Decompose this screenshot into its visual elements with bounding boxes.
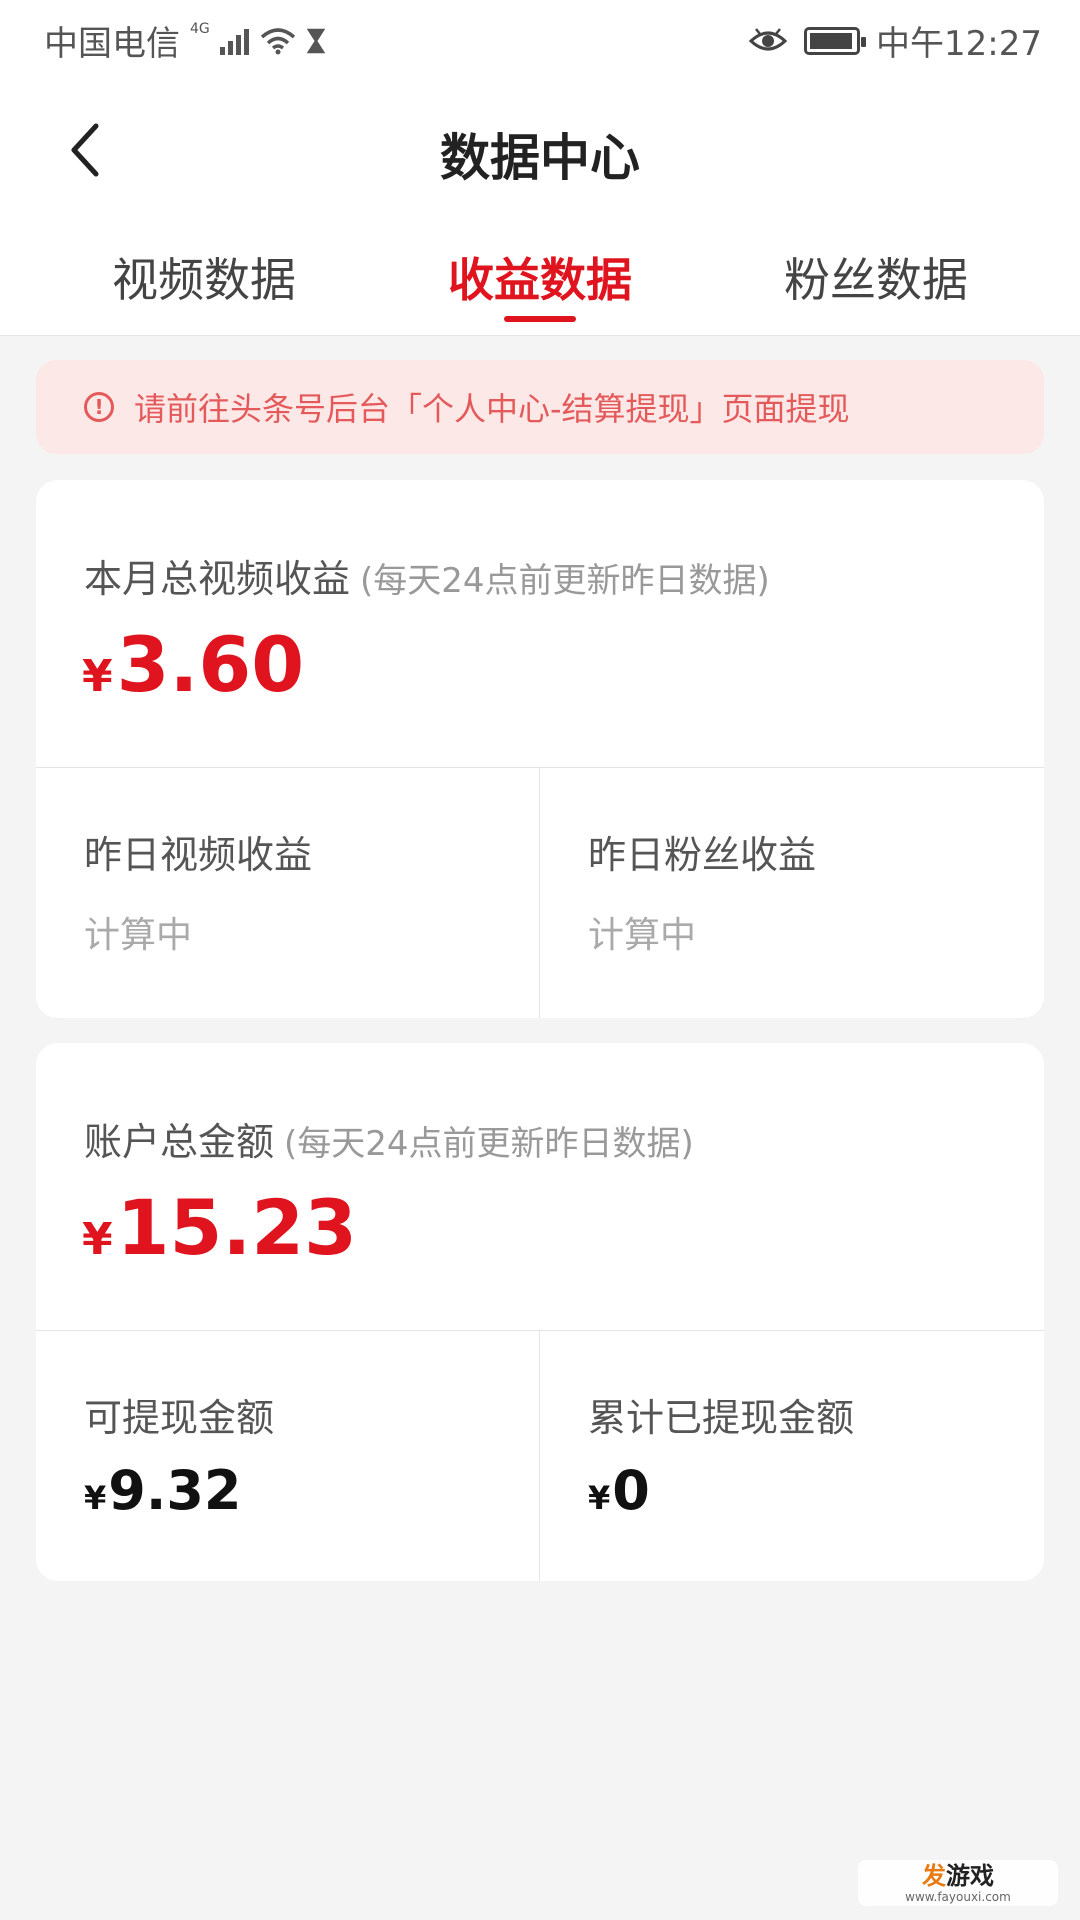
- currency-symbol: ¥: [82, 651, 113, 702]
- withdrawable-amount[interactable]: 可提现金额 ¥9.32: [36, 1331, 540, 1581]
- monthly-revenue-amount: ¥3.60: [82, 620, 304, 709]
- tab-fans-data[interactable]: 粉丝数据: [746, 244, 1006, 310]
- active-tab-indicator: [504, 316, 576, 322]
- total-withdrawn-amount[interactable]: 累计已提现金额 ¥0: [540, 1331, 1044, 1581]
- signal-icon: [219, 28, 249, 55]
- yesterday-video-revenue[interactable]: 昨日视频收益 计算中: [36, 768, 540, 1018]
- page-title: 数据中心: [440, 129, 640, 187]
- account-total-amount: ¥15.23: [82, 1183, 357, 1272]
- tab-revenue-data[interactable]: 收益数据: [410, 244, 670, 310]
- battery-icon: [804, 26, 867, 55]
- network-type: 4G: [190, 20, 210, 37]
- watermark-brand-rest: 游戏: [946, 1861, 994, 1890]
- eye-icon: [748, 27, 788, 50]
- site-watermark: 发游戏 www.fayouxi.com: [858, 1860, 1058, 1906]
- withdraw-notice: ! 请前往头条号后台「个人中心-结算提现」页面提现: [36, 360, 1044, 454]
- currency-symbol: ¥: [84, 1479, 107, 1517]
- clock: 中午12:27: [876, 24, 1042, 64]
- account-update-note: (每天24点前更新昨日数据): [284, 1124, 694, 1164]
- total-withdrawn-amount-value: 0: [612, 1459, 650, 1522]
- account-total-value: 15.23: [116, 1183, 358, 1272]
- app-header: 中国电信 4G 中午12:27 数据中心 视频数据 收益数据 粉丝数据: [0, 0, 1080, 336]
- account-total-card: 账户总金额 (每天24点前更新昨日数据) ¥15.23 可提现金额 ¥9.32 累…: [36, 1043, 1044, 1581]
- account-total-label: 账户总金额: [84, 1120, 275, 1164]
- withdrawable-amount-value-row: ¥9.32: [84, 1459, 242, 1522]
- total-withdrawn-amount-label: 累计已提现金额: [588, 1396, 855, 1440]
- yesterday-fans-revenue-value: 计算中: [588, 915, 697, 956]
- currency-symbol: ¥: [588, 1479, 611, 1517]
- status-bar: 中国电信 4G 中午12:27: [0, 0, 1080, 76]
- exclamation-circle-icon: !: [84, 392, 114, 422]
- wifi-icon: [260, 27, 295, 54]
- tab-video-data[interactable]: 视频数据: [74, 244, 334, 310]
- yesterday-video-revenue-label: 昨日视频收益: [84, 833, 313, 877]
- monthly-revenue-value: 3.60: [116, 620, 305, 709]
- withdrawable-amount-value: 9.32: [108, 1459, 242, 1522]
- currency-symbol: ¥: [82, 1214, 113, 1265]
- hourglass-icon: [306, 28, 326, 53]
- notice-text: 请前往头条号后台「个人中心-结算提现」页面提现: [134, 390, 850, 428]
- monthly-revenue-label-row: 本月总视频收益 (每天24点前更新昨日数据): [84, 548, 770, 603]
- yesterday-fans-revenue-label: 昨日粉丝收益: [588, 833, 817, 877]
- yesterday-video-revenue-value: 计算中: [84, 915, 193, 956]
- account-total-label-row: 账户总金额 (每天24点前更新昨日数据): [84, 1111, 694, 1166]
- total-withdrawn-amount-value-row: ¥0: [588, 1459, 650, 1522]
- watermark-url: www.fayouxi.com: [905, 1889, 1011, 1904]
- carrier-label: 中国电信: [44, 24, 180, 64]
- monthly-revenue-label: 本月总视频收益: [84, 557, 351, 601]
- monthly-update-note: (每天24点前更新昨日数据): [360, 561, 770, 601]
- nav-bar: 数据中心: [0, 100, 1080, 200]
- yesterday-fans-revenue[interactable]: 昨日粉丝收益 计算中: [540, 768, 1044, 1018]
- withdrawable-amount-label: 可提现金额: [84, 1396, 275, 1440]
- tab-bar: 视频数据 收益数据 粉丝数据: [0, 230, 1080, 336]
- watermark-brand-prefix: 发: [922, 1861, 946, 1890]
- monthly-revenue-card: 本月总视频收益 (每天24点前更新昨日数据) ¥3.60 昨日视频收益 计算中 昨…: [36, 480, 1044, 1018]
